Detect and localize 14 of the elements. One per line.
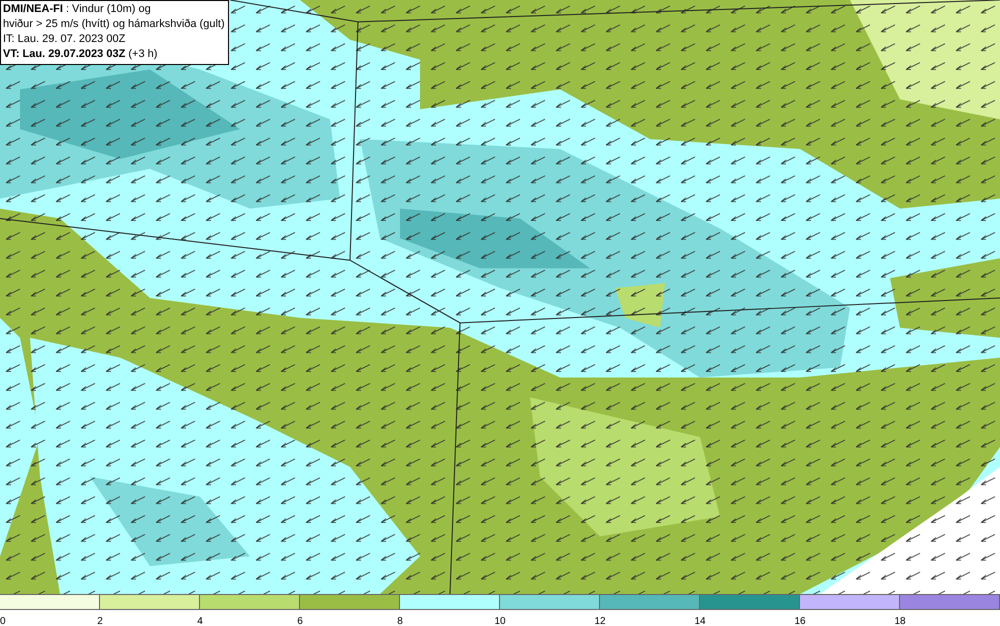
legend-text: IT: Lau. 29. 07. 2023 00Z xyxy=(3,32,126,47)
tick-label: 12 xyxy=(594,615,606,626)
tick-label: 4 xyxy=(197,615,203,626)
legend-text: DMI/NEA-FI : Vindur (10m) og xyxy=(3,2,152,17)
tick-label: 18 xyxy=(894,615,906,626)
tick-label: 8 xyxy=(397,615,403,626)
tick-label: 0 xyxy=(0,615,6,626)
tick-label: 16 xyxy=(794,615,806,626)
tick-label: 6 xyxy=(297,615,303,626)
legend-text: hviður > 25 m/s (hvítt) og hámarkshviða (gult) xyxy=(3,17,225,32)
tick-label: 10 xyxy=(494,615,506,626)
legend-text: VT: Lau. 29.07.2023 03Z (+3 h) xyxy=(3,47,158,62)
tick-label: 14 xyxy=(694,615,706,626)
tick-label: 2 xyxy=(97,615,103,626)
